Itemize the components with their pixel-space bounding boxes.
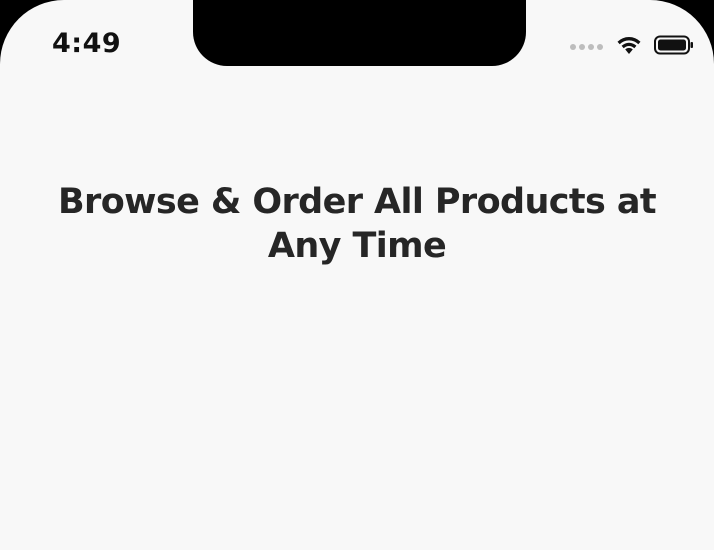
signal-icon: [570, 44, 606, 50]
wifi-icon: [616, 35, 642, 60]
status-bar: 4:49: [0, 0, 714, 90]
onboarding-headline: Browse & Order All Products at Any Time: [57, 182, 657, 266]
battery-icon: [654, 35, 694, 60]
phone-screen: 4:49 Browse & Order All Products at Any …: [0, 0, 714, 550]
main-content: Browse & Order All Products at Any Time: [0, 180, 714, 268]
status-icons: [570, 33, 694, 61]
status-time: 4:49: [52, 28, 122, 59]
